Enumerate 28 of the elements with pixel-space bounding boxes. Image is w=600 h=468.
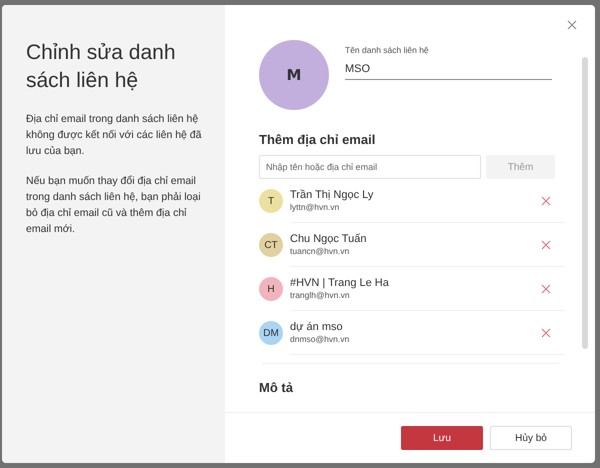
field-label: Tên danh sách liên hệ	[345, 45, 430, 55]
info-text: Nếu bạn muốn thay đổi địa chỉ email trong danh sách liên hệ, bạn phải loại bỏ địa chỉ email cũ và thêm địa chỉ email mới.	[26, 174, 202, 237]
contact-name: #HVN | Trang Le Ha	[290, 277, 390, 289]
close-button[interactable]	[565, 18, 579, 32]
contact-email: dnmso@hvn.vn	[290, 334, 350, 344]
email-input[interactable]: Nhập tên hoặc địa chỉ email	[259, 155, 481, 179]
remove-icon[interactable]	[541, 240, 551, 250]
section-heading: Mô tả	[259, 380, 294, 395]
contact-name: Chu Ngọc Tuấn	[290, 233, 368, 245]
info-text: Địa chỉ email trong danh sách liên hệ không được kết nối với các liên hệ đã lưu của bạn.	[26, 112, 202, 159]
contact-email: tranglh@hvn.vn	[290, 290, 351, 300]
remove-icon[interactable]	[541, 284, 551, 294]
contact-avatar: CT	[259, 233, 283, 257]
contact-name: dự án mso	[290, 321, 344, 333]
save-button[interactable]: Lưu	[401, 426, 483, 450]
contact-avatar: T	[259, 189, 283, 213]
contact-email: lyttn@hvn.vn	[290, 202, 340, 212]
remove-icon[interactable]	[541, 328, 551, 338]
cancel-button[interactable]: Hủy bỏ	[490, 426, 572, 450]
dialog-title: Chỉnh sửa danh sách liên hệ	[26, 40, 176, 94]
contact-email: tuancn@hvn.vn	[290, 246, 350, 256]
contact-avatar: H	[259, 277, 283, 301]
list-avatar: M	[259, 40, 329, 110]
contact-name: Trần Thị Ngọc Ly	[290, 189, 374, 201]
remove-icon[interactable]	[541, 196, 551, 206]
section-heading: Thêm địa chỉ email	[259, 132, 376, 147]
list-name-field[interactable]: MSO	[345, 61, 552, 80]
contact-avatar: DM	[259, 321, 283, 345]
